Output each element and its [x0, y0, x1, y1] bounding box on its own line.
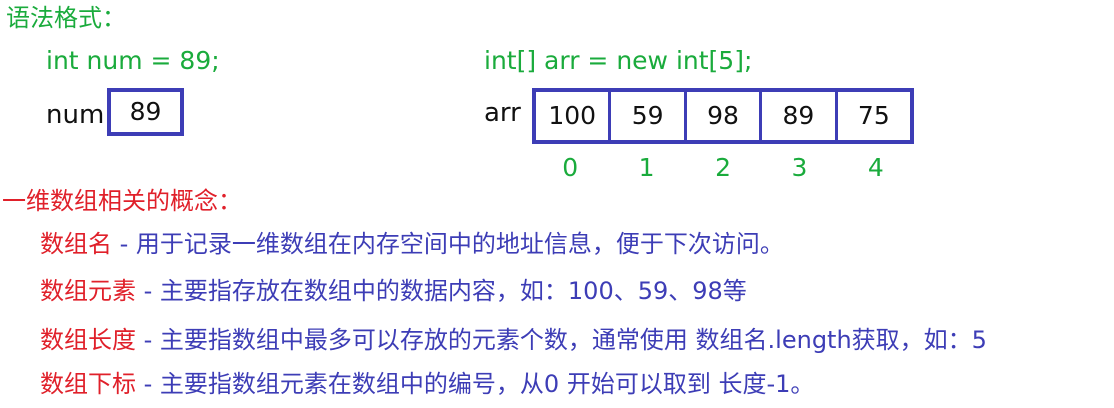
concept-line-array-name: 数组名 - 用于记录一维数组在内存空间中的地址信息，便于下次访问。 [40, 229, 784, 259]
concept-line-array-index: 数组下标 - 主要指数组元素在数组中的编号，从0 开始可以取到 长度-1。 [40, 369, 814, 399]
array-cell-1: 59 [611, 92, 687, 140]
concept-description: - 主要指数组中最多可以存放的元素个数，通常使用 数组名.length获取，如：… [136, 326, 987, 354]
array-cell-2: 98 [687, 92, 763, 140]
concept-term: 数组元素 [40, 277, 136, 305]
array-memory-box: 100 59 98 89 75 [532, 88, 914, 144]
array-index-1: 1 [638, 153, 655, 182]
syntax-heading: 语法格式： [6, 4, 126, 32]
scalar-variable-label: num [46, 100, 105, 130]
array-index-0: 0 [562, 153, 579, 182]
concept-term: 数组长度 [40, 326, 136, 354]
code-scalar-declaration: int num = 89; [46, 46, 220, 75]
concept-term: 数组名 [40, 230, 112, 258]
array-index-3: 3 [791, 153, 808, 182]
concept-term: 数组下标 [40, 370, 136, 398]
concept-description: - 用于记录一维数组在内存空间中的地址信息，便于下次访问。 [112, 230, 784, 258]
concept-line-array-element: 数组元素 - 主要指存放在数组中的数据内容，如：100、59、98等 [40, 276, 747, 306]
concept-description: - 主要指存放在数组中的数据内容，如：100、59、98等 [136, 277, 747, 305]
array-index-row: 0 1 2 3 4 [532, 153, 914, 183]
code-array-declaration: int[] arr = new int[5]; [484, 46, 753, 75]
concepts-heading: 一维数组相关的概念： [2, 187, 242, 215]
array-index-4: 4 [867, 153, 884, 182]
concept-description: - 主要指数组元素在数组中的编号，从0 开始可以取到 长度-1。 [136, 370, 815, 398]
array-cell-0: 100 [536, 92, 612, 140]
scalar-value-box: 89 [107, 88, 184, 136]
array-index-2: 2 [715, 153, 731, 182]
array-cell-4: 75 [857, 101, 890, 130]
concept-line-array-length: 数组长度 - 主要指数组中最多可以存放的元素个数，通常使用 数组名.length… [40, 325, 987, 355]
array-variable-label: arr [484, 98, 521, 128]
array-cell-3: 89 [762, 92, 838, 140]
